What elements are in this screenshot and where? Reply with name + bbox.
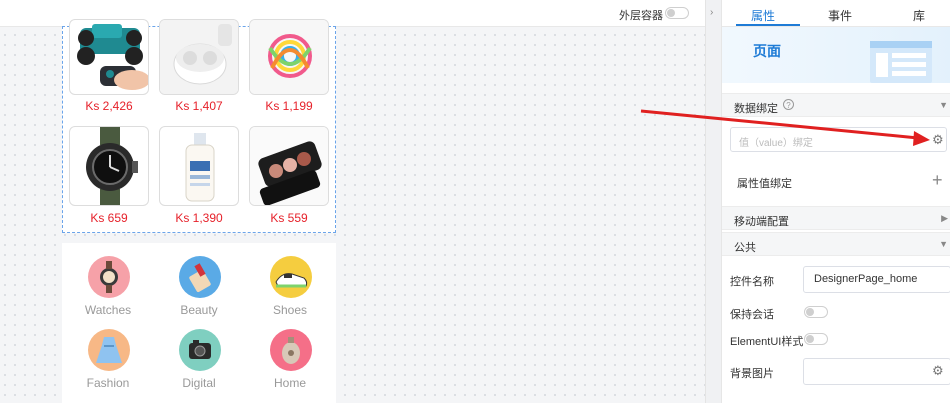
page-banner: 页面: [722, 27, 950, 83]
watches-category-icon[interactable]: [88, 256, 130, 298]
caret-down-icon: ▼: [939, 239, 948, 249]
keep-session-label: 保持会话: [730, 309, 774, 321]
category-label: Beauty: [180, 303, 218, 317]
data-binding-title: 数据绑定: [734, 103, 778, 115]
active-tab-indicator: [736, 24, 800, 26]
tab-events[interactable]: 事件: [828, 7, 852, 24]
elementui-style-toggle[interactable]: [804, 333, 828, 345]
value-binding-input[interactable]: 值（value）绑定: [730, 127, 947, 152]
common-title: 公共: [734, 242, 756, 254]
baby-toy-icon: [250, 20, 328, 94]
product-price: Ks 1,407: [175, 99, 223, 113]
elementui-style-label: ElementUI样式: [730, 336, 804, 348]
rc-car-icon: [77, 24, 148, 90]
chevron-right-icon: ›: [710, 7, 714, 18]
product-price: Ks 1,390: [175, 211, 223, 225]
earbuds-icon: [160, 20, 238, 94]
add-property-binding-icon[interactable]: +: [932, 170, 943, 191]
common-section-header[interactable]: 公共 ▼: [722, 232, 950, 256]
category-label: Watches: [84, 303, 132, 317]
outer-container-toggle[interactable]: [665, 7, 689, 19]
product-card[interactable]: [159, 126, 239, 206]
makeup-palette-icon: [250, 127, 328, 205]
product-price: Ks 2,426: [85, 99, 133, 113]
background-image-settings-icon[interactable]: ⚙: [932, 363, 944, 379]
background-image-label: 背景图片: [730, 368, 774, 380]
home-category-icon[interactable]: [270, 329, 312, 371]
value-binding-settings-icon[interactable]: ⚙: [932, 132, 944, 148]
mobile-config-title: 移动端配置: [734, 216, 789, 228]
product-card[interactable]: [69, 126, 149, 206]
product-card[interactable]: [159, 19, 239, 95]
tab-library[interactable]: 库: [913, 7, 925, 24]
category-grid: Watches Beauty Shoes Fashion Digital Hom…: [62, 243, 336, 403]
caret-right-icon: ▶: [941, 213, 948, 223]
product-price: Ks 559: [270, 211, 308, 225]
design-canvas[interactable]: 外层容器 Ks 2,426 Ks 1,407 Ks 1,199 Ks 659 K…: [0, 0, 705, 403]
product-price: Ks 1,199: [265, 99, 313, 113]
product-card[interactable]: [249, 126, 329, 206]
outer-container-label: 外层容器: [619, 10, 663, 22]
fashion-category-icon[interactable]: [88, 329, 130, 371]
lotion-icon: [185, 133, 215, 202]
panel-tabs: 属性 事件 库: [722, 0, 950, 27]
data-binding-section-header[interactable]: 数据绑定 ? ▼: [722, 93, 950, 117]
page-illustration-icon: [870, 41, 932, 83]
property-panel: 属性 事件 库 页面 数据绑定 ? ▼ 值（value）绑定 ⚙ 属性值绑定 +…: [721, 0, 950, 403]
help-icon[interactable]: ?: [783, 99, 794, 110]
beauty-category-icon[interactable]: [179, 256, 221, 298]
control-name-input[interactable]: DesignerPage_home: [803, 266, 950, 293]
digital-category-icon[interactable]: [179, 329, 221, 371]
watch-icon: [86, 127, 138, 205]
product-card[interactable]: [249, 19, 329, 95]
product-price: Ks 659: [90, 211, 128, 225]
category-label: Fashion: [86, 376, 130, 390]
control-name-label: 控件名称: [730, 276, 774, 288]
product-grid[interactable]: Ks 2,426 Ks 1,407 Ks 1,199 Ks 659 Ks 1,3…: [62, 19, 336, 233]
keep-session-toggle[interactable]: [804, 306, 828, 318]
category-label: Home: [273, 376, 306, 390]
tab-properties[interactable]: 属性: [751, 7, 775, 24]
category-label: Digital: [182, 376, 216, 390]
property-binding-label: 属性值绑定: [737, 178, 792, 190]
caret-down-icon: ▼: [939, 100, 948, 110]
category-label: Shoes: [272, 303, 308, 317]
shoes-category-icon[interactable]: [270, 256, 312, 298]
background-image-input[interactable]: [803, 358, 950, 385]
product-card[interactable]: [69, 19, 149, 95]
page-title: 页面: [753, 43, 781, 59]
mobile-config-section-header[interactable]: 移动端配置 ▶: [722, 206, 950, 230]
